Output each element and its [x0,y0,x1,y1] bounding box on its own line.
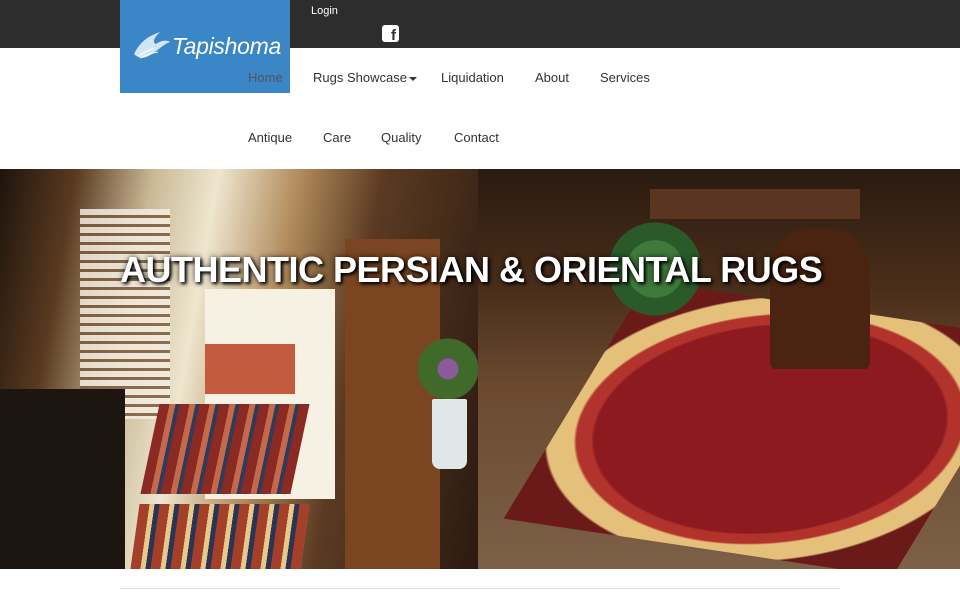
caret-down-icon [408,76,417,81]
bird-icon [134,32,170,59]
nav-care[interactable]: Care [323,130,351,146]
staircase-illustration [80,209,170,419]
nav-quality[interactable]: Quality [381,130,421,146]
nav-about[interactable]: About [535,70,569,86]
logo-text: Tapishoma [172,33,281,59]
nav-home[interactable]: Home [248,70,283,86]
nav-contact[interactable]: Contact [454,130,499,146]
nav-rugs-showcase-label: Rugs Showcase [313,70,407,85]
runner-rug-illustration [140,404,310,494]
hero-banner: AUTHENTIC PERSIAN & ORIENTAL RUGS [0,169,960,569]
hero-title: AUTHENTIC PERSIAN & ORIENTAL RUGS [120,249,823,290]
nav-services[interactable]: Services [600,70,650,86]
nav-antique[interactable]: Antique [248,130,292,146]
nav-rugs-showcase[interactable]: Rugs Showcase [313,70,417,86]
sofa-illustration [205,344,295,394]
hero-image-hallway [0,169,478,569]
small-rug-illustration [130,504,310,569]
vase-illustration [432,399,467,469]
login-link[interactable]: Login [311,5,338,17]
bench-illustration [0,389,125,569]
facebook-icon[interactable]: f [382,25,399,43]
nav-liquidation[interactable]: Liquidation [441,70,504,86]
divider [120,588,840,589]
flowers-illustration [418,329,478,409]
